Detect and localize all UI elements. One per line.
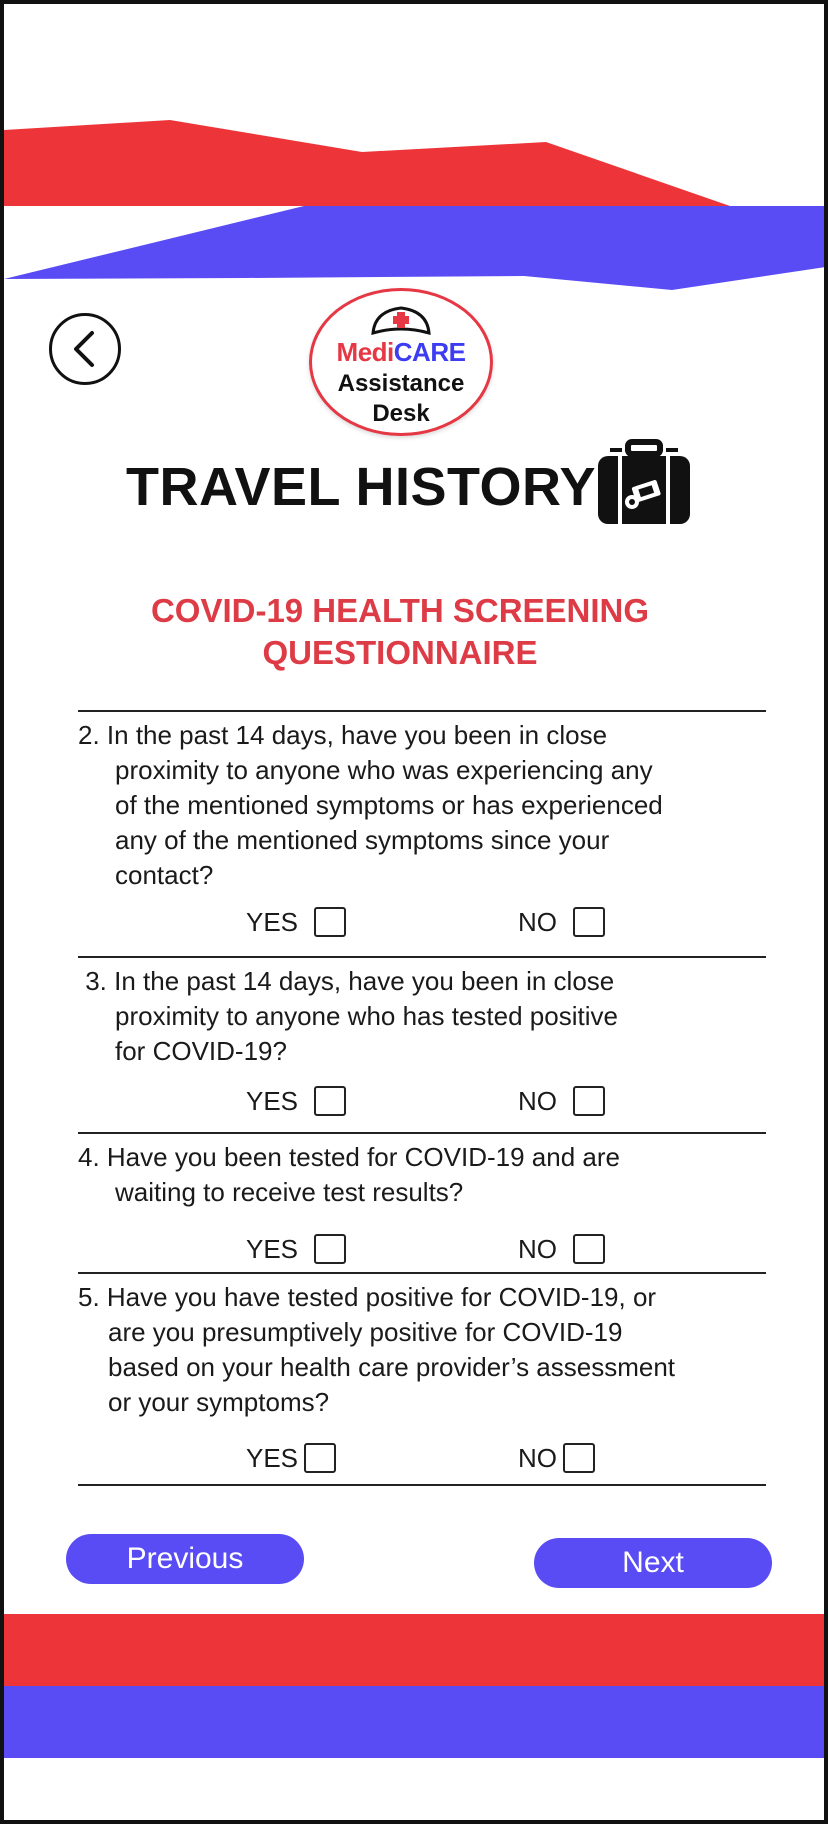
footer-red-band: [4, 1614, 824, 1686]
previous-button[interactable]: Previous: [66, 1534, 304, 1584]
divider: [78, 956, 766, 958]
yes-option[interactable]: YES: [246, 904, 347, 940]
answer-row-3: YES NO: [4, 1083, 824, 1119]
question-text-line: proximity to anyone who has tested posit…: [115, 1001, 618, 1031]
yes-option[interactable]: YES: [246, 1231, 347, 1267]
question-text-line: of the mentioned symptoms or has experie…: [115, 790, 663, 820]
question-text-line: proximity to anyone who was experiencing…: [115, 755, 653, 785]
no-label: NO: [518, 1442, 557, 1473]
questionnaire-subtitle: COVID-19 HEALTH SCREENING QUESTIONNAIRE: [150, 592, 650, 671]
no-checkbox[interactable]: [573, 1234, 605, 1264]
logo-brand-medi: Medi: [336, 337, 395, 367]
divider: [78, 1272, 766, 1274]
question-3: 3. In the past 14 days, have you been in…: [78, 964, 768, 1069]
yes-checkbox[interactable]: [304, 1443, 337, 1473]
screen-frame: MediCARE Assistance Desk TRAVEL HISTORY …: [0, 0, 828, 1824]
next-button[interactable]: Next: [534, 1538, 772, 1588]
suitcase-icon: [598, 439, 690, 524]
question-text-line: contact?: [115, 860, 214, 890]
yes-checkbox[interactable]: [314, 1234, 347, 1264]
question-text-line: for COVID-19?: [115, 1036, 287, 1066]
question-2: 2. In the past 14 days, have you been in…: [78, 718, 768, 893]
chevron-left-icon: [74, 331, 94, 367]
question-text-line: any of the mentioned symptoms since your: [115, 825, 610, 855]
blue-band: [4, 206, 824, 290]
no-checkbox[interactable]: [573, 1086, 605, 1116]
question-text-line: are you presumptively positive for COVID…: [108, 1317, 623, 1347]
red-band: [4, 120, 730, 206]
answer-row-5: YES NO: [4, 1440, 824, 1476]
question-5: 5. Have you have tested positive for COV…: [78, 1280, 768, 1420]
no-option[interactable]: NO: [518, 1083, 605, 1119]
divider: [78, 1484, 766, 1486]
logo-brand: MediCARE: [312, 337, 490, 368]
page-title: TRAVEL HISTORY: [126, 457, 597, 517]
question-text-line: or your symptoms?: [108, 1387, 330, 1417]
question-4: 4. Have you been tested for COVID-19 and…: [78, 1140, 768, 1210]
logo-line-assistance: Assistance: [337, 370, 465, 397]
back-button[interactable]: [49, 313, 121, 385]
footer-blue-band: [4, 1686, 824, 1758]
yes-label: YES: [246, 1233, 299, 1264]
no-checkbox[interactable]: [563, 1443, 595, 1473]
no-option[interactable]: NO: [518, 904, 605, 940]
question-text-line: 4. Have you been tested for COVID-19 and…: [78, 1142, 620, 1172]
yes-checkbox[interactable]: [314, 1086, 347, 1116]
yes-option[interactable]: YES: [246, 1083, 347, 1119]
answer-row-2: YES NO: [4, 904, 824, 940]
yes-label: YES: [246, 1442, 299, 1473]
header-decoration: [4, 120, 824, 290]
question-text-line: 2. In the past 14 days, have you been in…: [78, 720, 608, 750]
yes-label: YES: [246, 1085, 299, 1116]
yes-option[interactable]: YES: [246, 1440, 337, 1476]
yes-checkbox[interactable]: [314, 907, 347, 937]
divider: [78, 1132, 766, 1134]
medicare-logo: MediCARE Assistance Desk: [309, 288, 493, 436]
question-text-line: based on your health care provider’s ass…: [108, 1352, 676, 1382]
logo-line-desk: Desk: [372, 400, 430, 427]
no-option[interactable]: NO: [518, 1231, 605, 1267]
no-checkbox[interactable]: [573, 907, 605, 937]
no-label: NO: [518, 1085, 557, 1116]
question-text-line: waiting to receive test results?: [115, 1177, 464, 1207]
no-label: NO: [518, 906, 557, 937]
nurse-cap-icon: [371, 306, 431, 336]
question-text-line: 3. In the past 14 days, have you been in…: [78, 966, 615, 996]
yes-label: YES: [246, 906, 299, 937]
answer-row-4: YES NO: [4, 1231, 824, 1267]
divider: [78, 710, 766, 712]
logo-brand-care: CARE: [393, 337, 466, 367]
no-option[interactable]: NO: [518, 1440, 595, 1476]
question-text-line: 5. Have you have tested positive for COV…: [78, 1282, 657, 1312]
no-label: NO: [518, 1233, 557, 1264]
